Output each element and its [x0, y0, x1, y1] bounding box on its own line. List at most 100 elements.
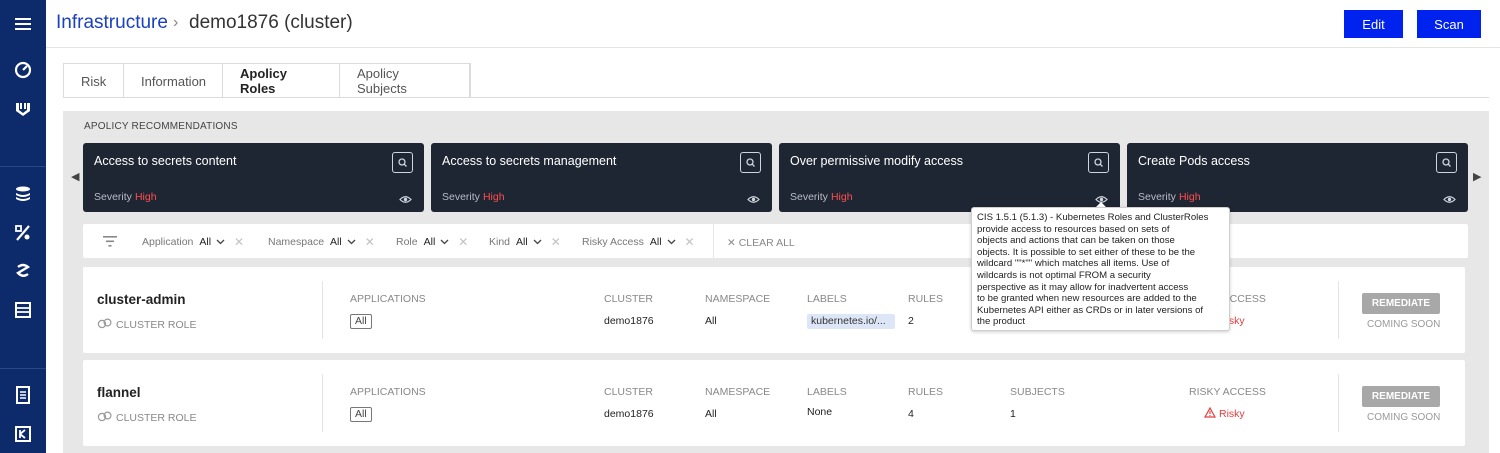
- tooltip-line: Kubernetes API either as CRDs or in late…: [977, 304, 1204, 316]
- filter-value[interactable]: All: [424, 236, 436, 248]
- layers-icon[interactable]: [9, 180, 37, 208]
- filter-namespace[interactable]: Namespace All ✕: [268, 235, 375, 249]
- filter-icon[interactable]: [103, 234, 117, 252]
- recommendation-tooltip: CIS 1.5.1 (5.1.3) - Kubernetes Roles and…: [971, 207, 1230, 331]
- severity-text: Severity High: [94, 191, 157, 203]
- carousel-next-icon[interactable]: ▶: [1473, 170, 1481, 183]
- role-type: CLUSTER ROLE: [97, 411, 197, 425]
- chevron-down-icon[interactable]: [347, 236, 356, 248]
- server-icon[interactable]: [9, 296, 37, 324]
- scan-icon[interactable]: [1436, 152, 1457, 173]
- recommendation-card[interactable]: Access to secrets management Severity Hig…: [431, 143, 772, 212]
- remediate-button[interactable]: REMEDIATE: [1362, 386, 1440, 407]
- filter-bar: Application All ✕ Namespace All ✕ Role A…: [83, 224, 1468, 258]
- column-divider: [1338, 281, 1339, 339]
- tab-risk[interactable]: Risk: [64, 64, 124, 98]
- clear-icon[interactable]: ✕: [458, 235, 468, 249]
- scan-icon[interactable]: [1088, 152, 1109, 173]
- role-name[interactable]: flannel: [97, 385, 141, 400]
- labels-header: LABELS: [807, 293, 847, 305]
- labels-value: None: [807, 406, 833, 418]
- risky-access-header: RISKY ACCESS: [1189, 386, 1266, 398]
- edit-button[interactable]: Edit: [1344, 10, 1403, 38]
- filter-value[interactable]: All: [516, 236, 528, 248]
- tab-information[interactable]: Information: [124, 64, 223, 98]
- tooltip-line: provide access to resources based on set…: [977, 223, 1170, 235]
- clear-icon[interactable]: ✕: [551, 235, 561, 249]
- chevron-down-icon[interactable]: [216, 236, 225, 248]
- filter-label: Kind: [489, 236, 511, 248]
- warning-icon: [1203, 406, 1217, 421]
- applications-header: APPLICATIONS: [350, 386, 426, 398]
- role-name[interactable]: cluster-admin: [97, 292, 186, 307]
- tooltip-line: to be granted when new resources are add…: [977, 293, 1197, 305]
- namespace-header: NAMESPACE: [705, 386, 771, 398]
- tab-apolicy-roles[interactable]: Apolicy Roles: [223, 64, 340, 98]
- subjects-value: 1: [1010, 408, 1016, 420]
- tooltip-line: objects. It is possible to set either of…: [977, 246, 1196, 258]
- filter-value[interactable]: All: [330, 236, 342, 248]
- document-icon[interactable]: [9, 381, 37, 409]
- scan-icon[interactable]: [9, 257, 37, 285]
- subjects-header: SUBJECTS: [1010, 386, 1065, 398]
- scan-icon[interactable]: [392, 152, 413, 173]
- table-row[interactable]: flannel CLUSTER ROLE APPLICATIONS All CL…: [83, 360, 1465, 446]
- severity-label: Severity: [94, 191, 132, 203]
- remediate-button[interactable]: REMEDIATE: [1362, 293, 1440, 314]
- filter-label: Namespace: [268, 236, 325, 248]
- filter-application[interactable]: Application All ✕: [142, 235, 244, 249]
- severity-value: High: [134, 191, 157, 203]
- cluster-value: demo1876: [604, 315, 654, 327]
- shield-icon[interactable]: [9, 95, 37, 123]
- namespace-header: NAMESPACE: [705, 293, 771, 305]
- gauge-icon[interactable]: [9, 56, 37, 84]
- chevron-down-icon[interactable]: [440, 236, 449, 248]
- clear-icon[interactable]: ✕: [685, 235, 695, 249]
- coming-soon-label: COMING SOON: [1367, 412, 1441, 423]
- clear-icon[interactable]: ✕: [234, 235, 244, 249]
- recommendation-card[interactable]: Access to secrets content Severity High: [83, 143, 424, 212]
- applications-value: All: [350, 407, 372, 422]
- tooltip-line: wildcards is not optimal FROM a security: [977, 269, 1151, 281]
- chevron-down-icon[interactable]: [533, 236, 542, 248]
- role-type: CLUSTER ROLE: [97, 318, 197, 332]
- recommendation-title: Create Pods access: [1138, 154, 1250, 168]
- filter-risky-access[interactable]: Risky Access All ✕: [582, 235, 695, 249]
- compliance-icon[interactable]: [9, 420, 37, 448]
- clear-all-button[interactable]: ✕ CLEAR ALL: [727, 237, 795, 249]
- recommendation-title: Over permissive modify access: [790, 154, 963, 168]
- percent-icon[interactable]: [9, 219, 37, 247]
- chevron-down-icon[interactable]: [667, 236, 676, 248]
- carousel-prev-icon[interactable]: ◀: [71, 170, 79, 183]
- risky-label: Risky: [1219, 408, 1245, 420]
- filter-label: Risky Access: [582, 236, 644, 248]
- clear-icon[interactable]: ✕: [365, 235, 375, 249]
- breadcrumb-root[interactable]: Infrastructure: [56, 12, 168, 34]
- filter-kind[interactable]: Kind All ✕: [489, 235, 561, 249]
- filter-value[interactable]: All: [199, 236, 211, 248]
- table-row[interactable]: cluster-admin CLUSTER ROLE APPLICATIONS …: [83, 267, 1465, 353]
- labels-header: LABELS: [807, 386, 847, 398]
- coming-soon-label: COMING SOON: [1367, 319, 1441, 330]
- breadcrumb-separator: ›: [173, 14, 179, 31]
- applications-value: All: [350, 314, 372, 329]
- recommendation-card[interactable]: Create Pods access Severity High: [1127, 143, 1468, 212]
- scan-icon[interactable]: [740, 152, 761, 173]
- eye-icon[interactable]: [1443, 191, 1456, 209]
- cluster-value: demo1876: [604, 408, 654, 420]
- tab-apolicy-subjects[interactable]: Apolicy Subjects: [340, 64, 470, 98]
- scan-button[interactable]: Scan: [1417, 10, 1481, 38]
- cluster-role-icon: [97, 318, 112, 332]
- severity-label: Severity: [790, 191, 828, 203]
- labels-value[interactable]: kubernetes.io/...: [807, 314, 895, 329]
- eye-icon[interactable]: [747, 191, 760, 209]
- recommendation-card[interactable]: Over permissive modify access Severity Hi…: [779, 143, 1120, 212]
- page-title: demo1876 (cluster): [189, 12, 353, 33]
- eye-icon[interactable]: [399, 191, 412, 209]
- filter-label: Application: [142, 236, 194, 248]
- filter-role[interactable]: Role All ✕: [396, 235, 468, 249]
- menu-icon[interactable]: [9, 10, 37, 38]
- filter-divider: [713, 224, 714, 258]
- filter-value[interactable]: All: [650, 236, 662, 248]
- severity-text: Severity High: [790, 191, 853, 203]
